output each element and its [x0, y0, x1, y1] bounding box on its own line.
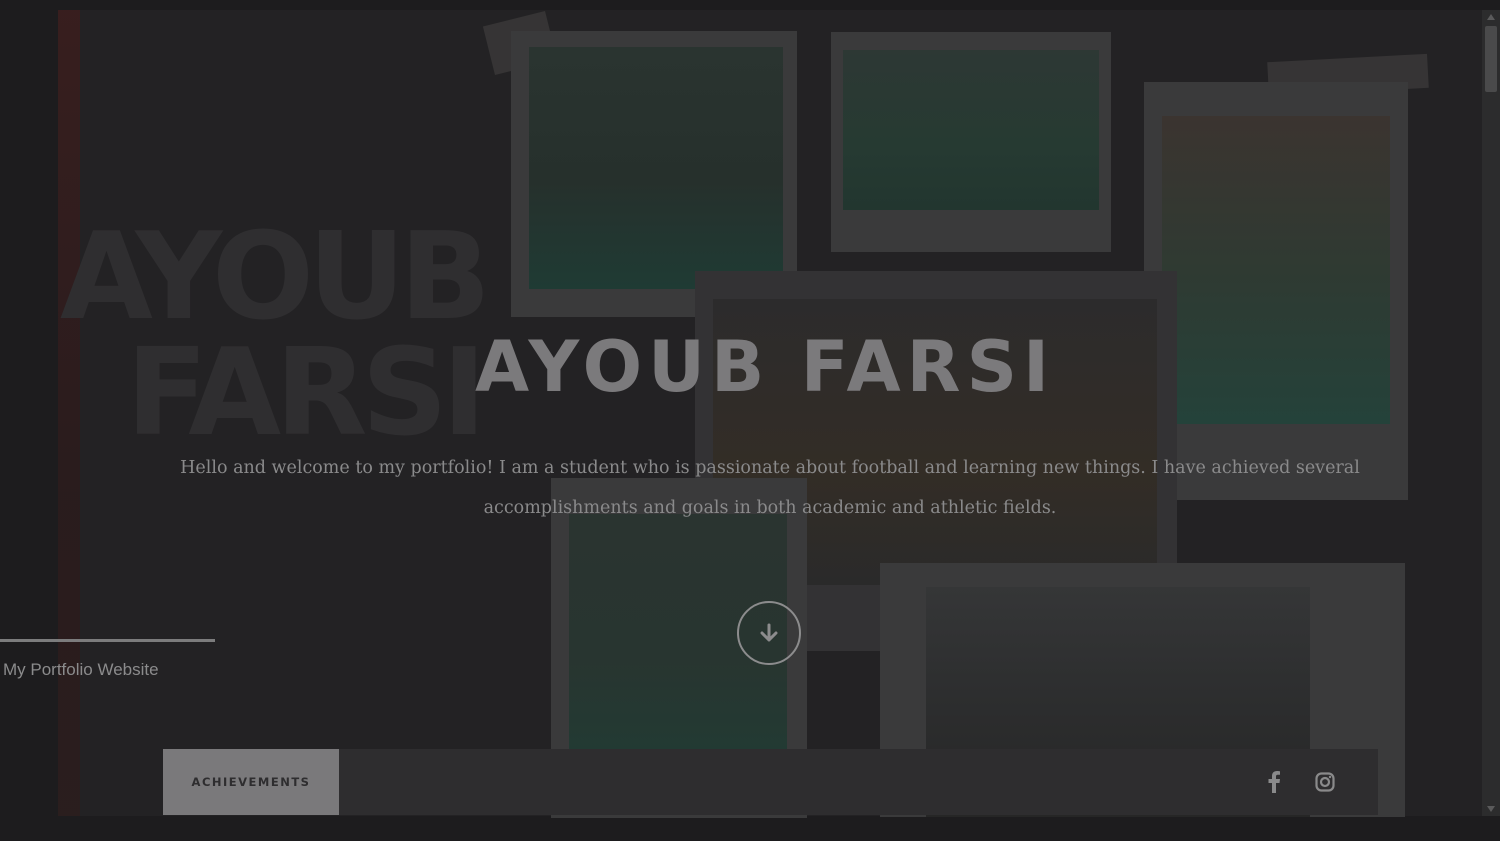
scroll-up-arrow[interactable]: [1482, 10, 1500, 24]
triangle-down-icon: [1487, 806, 1495, 812]
achievements-button[interactable]: ACHIEVEMENTS: [163, 749, 339, 815]
hero-title: AYOUB FARSI: [474, 326, 1056, 408]
hero-intro-text: Hello and welcome to my portfolio! I am …: [180, 458, 1360, 518]
facebook-link[interactable]: [1259, 767, 1289, 797]
instagram-link[interactable]: [1310, 767, 1340, 797]
triangle-up-icon: [1487, 14, 1495, 20]
photo-frame: [831, 32, 1111, 252]
instagram-icon: [1315, 772, 1335, 792]
arrow-down-icon: [760, 623, 778, 642]
background-name-line1: AYOUB: [60, 208, 491, 347]
bottom-nav-bar: ACHIEVEMENTS: [163, 749, 1378, 815]
scrollbar-thumb[interactable]: [1485, 26, 1497, 92]
site-label: My Portfolio Website: [3, 660, 159, 679]
page: AYOUB FARSI AYOUB FARSI Hello and welcom…: [0, 0, 1500, 841]
scroll-down-arrow[interactable]: [1482, 802, 1500, 816]
facebook-icon: [1268, 771, 1280, 793]
scroll-down-button[interactable]: [737, 601, 801, 665]
page-scrollbar[interactable]: [1482, 10, 1500, 816]
site-label-divider: [0, 639, 215, 642]
photo-frame: [1144, 82, 1408, 500]
